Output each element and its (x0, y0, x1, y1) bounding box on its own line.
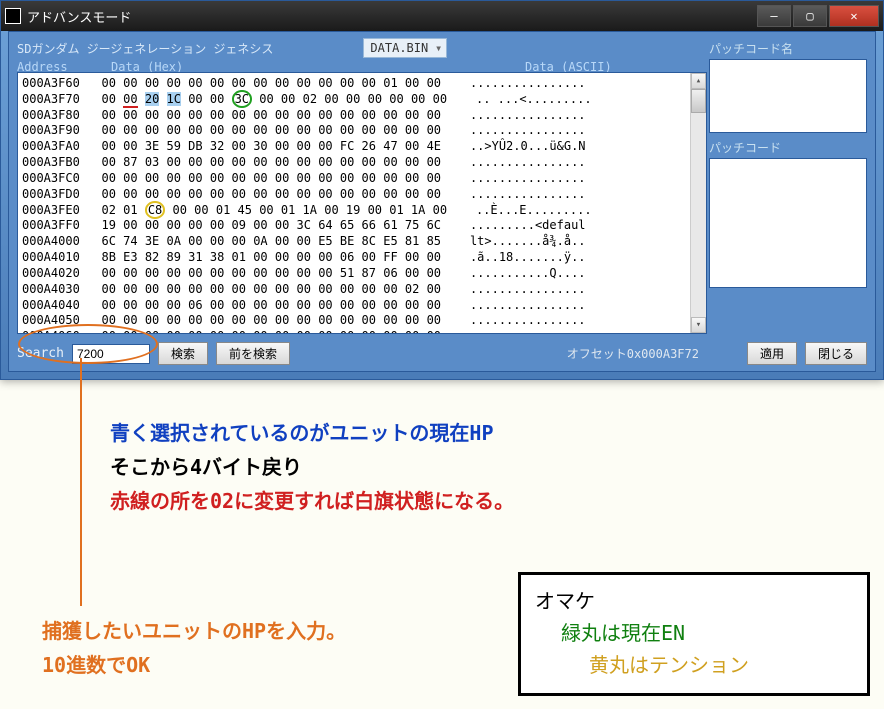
scrollbar[interactable]: ▴ ▾ (690, 73, 706, 333)
hex-row[interactable]: 000A3FF0 19 00 00 00 00 00 09 00 00 3C 6… (22, 218, 702, 234)
hex-row[interactable]: 000A4020 00 00 00 00 00 00 00 00 00 00 0… (22, 266, 702, 282)
patch-code-label: パッチコード (709, 139, 867, 156)
close-button[interactable]: ✕ (829, 5, 879, 27)
hex-row[interactable]: 000A4000 6C 74 3E 0A 00 00 00 0A 00 00 E… (22, 234, 702, 250)
apply-button[interactable]: 適用 (747, 342, 797, 365)
hex-row[interactable]: 000A3F70 00 00 20 1C 00 00 3C 00 00 02 0… (22, 92, 702, 108)
hex-row[interactable]: 000A4050 00 00 00 00 00 00 00 00 00 00 0… (22, 313, 702, 329)
annotation-main: 青く選択されているのがユニットの現在HP そこから4バイト戻り 赤線の所を02に… (110, 416, 514, 518)
patch-name-box[interactable] (709, 59, 867, 133)
omake-gold: 黄丸はテンション (535, 649, 853, 681)
maximize-button[interactable]: ▢ (793, 5, 827, 27)
minimize-button[interactable]: — (757, 5, 791, 27)
hex-row[interactable]: 000A3FE0 02 01 C8 00 00 01 45 00 01 1A 0… (22, 203, 702, 219)
window-title: アドバンスモード (27, 7, 131, 26)
scroll-thumb[interactable] (691, 89, 706, 113)
file-dropdown[interactable]: DATA.BIN (363, 38, 447, 58)
search-prev-button[interactable]: 前を検索 (216, 342, 290, 365)
hex-row[interactable]: 000A4030 00 00 00 00 00 00 00 00 00 00 0… (22, 282, 702, 298)
hex-row[interactable]: 000A3F90 00 00 00 00 00 00 00 00 00 00 0… (22, 123, 702, 139)
hex-row[interactable]: 000A4010 8B E3 82 89 31 38 01 00 00 00 0… (22, 250, 702, 266)
hex-row[interactable]: 000A3FD0 00 00 00 00 00 00 00 00 00 00 0… (22, 187, 702, 203)
hex-row[interactable]: 000A3FC0 00 00 00 00 00 00 00 00 00 00 0… (22, 171, 702, 187)
omake-green: 緑丸は現在EN (535, 617, 853, 649)
offset-display: オフセット0x000A3F72 (567, 345, 699, 362)
hex-row[interactable]: 000A3F60 00 00 00 00 00 00 00 00 00 00 0… (22, 76, 702, 92)
hex-row[interactable]: 000A3F80 00 00 00 00 00 00 00 00 00 00 0… (22, 108, 702, 124)
bottom-bar: Search 検索 前を検索 オフセット0x000A3F72 適用 閉じる (17, 342, 867, 365)
search-label: Search (17, 346, 64, 361)
close-dialog-button[interactable]: 閉じる (805, 342, 867, 365)
scroll-up-button[interactable]: ▴ (691, 73, 706, 89)
patch-code-box[interactable] (709, 158, 867, 288)
annotation-orange: 捕獲したいユニットのHPを入力。 10進数でOK (42, 614, 346, 682)
hex-row[interactable]: 000A3FB0 00 87 03 00 00 00 00 00 00 00 0… (22, 155, 702, 171)
scroll-down-button[interactable]: ▾ (691, 317, 706, 333)
search-button[interactable]: 検索 (158, 342, 208, 365)
game-title: SDガンダム ジージェネレーション ジェネシス (17, 40, 273, 57)
app-icon (5, 8, 21, 24)
hex-row[interactable]: 000A3FA0 00 00 3E 59 DB 32 00 30 00 00 0… (22, 139, 702, 155)
patch-name-label: パッチコード名 (709, 40, 867, 57)
omake-title: オマケ (535, 585, 853, 617)
client-area: SDガンダム ジージェネレーション ジェネシス DATA.BIN Address… (8, 31, 876, 372)
hex-row[interactable]: 000A4040 00 00 00 00 06 00 00 00 00 00 0… (22, 298, 702, 314)
hex-row[interactable]: 000A4060 00 00 00 00 00 00 00 00 00 00 0… (22, 329, 702, 334)
hex-editor[interactable]: 000A3F60 00 00 00 00 00 00 00 00 00 00 0… (17, 72, 707, 334)
titlebar[interactable]: アドバンスモード — ▢ ✕ (1, 1, 883, 31)
right-panel: パッチコード名 パッチコード (709, 38, 867, 288)
search-input[interactable] (72, 344, 150, 364)
omake-box: オマケ 緑丸は現在EN 黄丸はテンション (518, 572, 870, 696)
app-window: アドバンスモード — ▢ ✕ SDガンダム ジージェネレーション ジェネシス D… (0, 0, 884, 380)
annotation-line (80, 358, 82, 606)
